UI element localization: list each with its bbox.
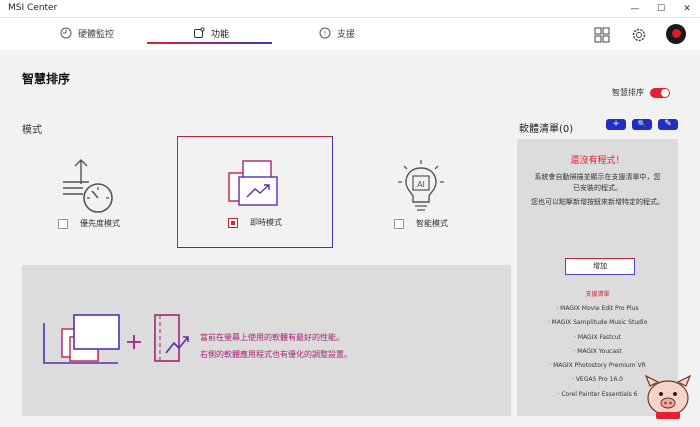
mode-card-smart[interactable]: AI 智能模式 <box>343 136 499 248</box>
mode-label: 智能模式 <box>416 219 448 228</box>
speed-priority-icon <box>63 159 113 213</box>
title-bar: MSI Center — ☐ ✕ <box>0 0 700 18</box>
main-content: 智慧排序 智慧排序 模式 優先度模式 即時模式 AI 智能模式 當前在螢幕上使用… <box>0 50 700 427</box>
search-software-button[interactable]: 🔍 <box>632 119 652 130</box>
info-panel: 當前在螢幕上使用的軟體有最好的性能。 右側的軟體應用程式也有優化的調整設置。 <box>22 265 511 416</box>
svg-text:AI: AI <box>417 180 425 189</box>
tab-hardware-monitor[interactable]: 硬體監控 <box>60 22 114 44</box>
modes-heading: 模式 <box>22 125 42 136</box>
mode-checkbox[interactable] <box>58 218 68 229</box>
avatar[interactable] <box>666 24 686 44</box>
info-line: 當前在螢幕上使用的軟體有最好的性能。 <box>200 333 344 342</box>
smart-priority-toggle-row: 智慧排序 <box>612 87 670 98</box>
info-line: 右側的軟體應用程式也有優化的調整設置。 <box>200 350 352 359</box>
empty-state-title: 還沒有程式！ <box>570 156 625 166</box>
gauge-icon <box>60 27 72 39</box>
svg-text:!: ! <box>324 30 327 38</box>
tab-features[interactable]: 功能 <box>193 22 229 44</box>
gear-icon[interactable] <box>630 26 648 44</box>
ai-bulb-icon: AI <box>398 160 444 211</box>
features-icon <box>194 27 205 38</box>
grid-icon[interactable] <box>593 26 611 44</box>
mode-label: 即時模式 <box>250 218 282 227</box>
tab-bar: 硬體監控 功能 ! 支援 <box>0 18 700 50</box>
software-list-title: 軟體清單(0) <box>519 124 574 135</box>
toggle-label: 智慧排序 <box>612 88 644 97</box>
empty-state-description: 系統會自動掃描並顯示在支援清單中，您 已安裝的程式。 <box>525 172 670 194</box>
edit-software-button[interactable]: ✎ <box>658 119 678 130</box>
tab-label: 支援 <box>337 29 356 40</box>
smart-priority-toggle[interactable] <box>650 87 670 98</box>
add-button[interactable]: 增加 <box>565 258 635 275</box>
list-item: · MAGIX Fastcut <box>574 333 621 341</box>
mode-card-priority[interactable]: 優先度模式 <box>11 136 167 248</box>
mode-checkbox[interactable] <box>228 217 238 228</box>
list-item: · MAGIX Youcast <box>573 347 622 355</box>
list-item: · MAGIX Movie Edit Pro Plus <box>556 305 639 312</box>
supported-list-title: 支援清單 <box>585 291 610 298</box>
help-icon: ! <box>319 27 331 39</box>
desc-line: 已安裝的程式。 <box>573 184 622 192</box>
desc-line: 您也可以點擊新增按鈕來新增特定的程式。 <box>531 198 664 206</box>
tab-support[interactable]: ! 支援 <box>319 22 355 44</box>
info-text: 當前在螢幕上使用的軟體有最好的性能。 右側的軟體應用程式也有優化的調整設置。 <box>200 329 352 363</box>
mode-checkbox[interactable] <box>394 218 404 229</box>
maximize-button[interactable]: ☐ <box>648 0 674 18</box>
list-item: · MAGIX Samplitude Music Studio <box>547 319 648 327</box>
close-button[interactable]: ✕ <box>674 0 700 18</box>
mode-card-realtime[interactable]: 即時模式 <box>177 136 333 248</box>
mode-row: 即時模式 <box>178 217 332 228</box>
mode-row: 智能模式 <box>343 218 499 229</box>
minimize-button[interactable]: — <box>622 0 648 18</box>
tab-label: 功能 <box>211 29 230 40</box>
add-software-button[interactable]: + <box>606 119 626 130</box>
add-hint: 您也可以點擊新增按鈕來新增特定的程式。 <box>525 197 670 208</box>
foreground-boost-illustration-icon <box>43 314 189 364</box>
mascot-logo-icon <box>644 374 692 419</box>
window-title: MSI Center <box>8 3 58 13</box>
active-tab-indicator <box>147 42 272 44</box>
tab-label: 硬體監控 <box>78 29 115 40</box>
mode-row: 優先度模式 <box>11 218 167 229</box>
page-title: 智慧排序 <box>22 72 71 86</box>
realtime-windows-icon <box>228 160 278 206</box>
mode-label: 優先度模式 <box>80 219 120 228</box>
desc-line: 系統會自動掃描並顯示在支援清單中，您 <box>534 173 661 181</box>
